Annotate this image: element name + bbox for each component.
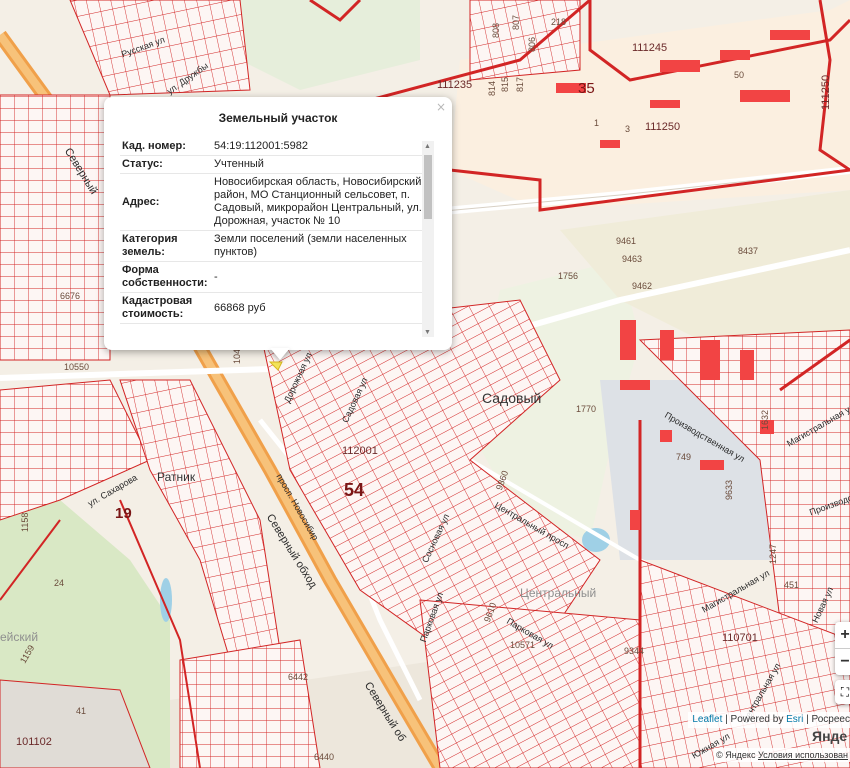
attribute-value: Учтенный: [214, 158, 264, 170]
scroll-up-icon[interactable]: ▲: [424, 143, 431, 150]
parcel-label: 111250: [820, 74, 832, 110]
district-label: Центральный: [520, 586, 597, 600]
scrollbar-thumb[interactable]: [424, 155, 432, 219]
attribution-rosreestr: | Росреес: [803, 714, 850, 725]
parcel-label: 815: [500, 76, 510, 92]
zoom-in-button[interactable]: +: [835, 622, 850, 648]
parcel-label: 10550: [64, 362, 90, 372]
parcel-label: 1770: [576, 404, 597, 414]
scroll-down-icon[interactable]: ▼: [424, 329, 431, 336]
zoom-control: + −: [835, 622, 850, 675]
settlement-label: Ратник: [157, 470, 196, 484]
parcel-label: 749: [676, 452, 692, 462]
parcel-label: 9633: [724, 479, 734, 500]
attribute-key: Кад. номер:: [122, 140, 186, 152]
attribute-row: Адрес: Новосибирская область, Новосибирс…: [120, 174, 426, 231]
parcel-label: 807: [511, 14, 521, 30]
parcel-label: 111250: [645, 121, 681, 133]
parcel-label: 10571: [510, 640, 536, 650]
attribute-value: -: [214, 270, 218, 283]
cadastral-district-label: 54: [344, 480, 365, 500]
leaflet-link[interactable]: Leaflet: [692, 714, 722, 725]
parcel-label: 1158: [20, 512, 30, 532]
attribute-key: Адрес:: [122, 195, 160, 208]
parcel-label: 35: [578, 80, 595, 97]
parcel-label: 1247: [768, 543, 778, 564]
parcel-label: 112001: [342, 445, 378, 457]
attribute-row: Категория земель: Земли поселений (земли…: [120, 231, 426, 262]
popup-tip: [270, 348, 290, 360]
parcel-label: 817: [515, 76, 525, 92]
esri-link[interactable]: Esri: [786, 714, 803, 725]
attribute-key: Статус:: [122, 158, 163, 170]
parcel-label: 9344: [624, 646, 645, 656]
parcel-label: 50: [734, 70, 745, 80]
parcel-label: 1: [594, 118, 600, 128]
yandex-logo: Янде: [812, 728, 848, 744]
yandex-attribution: © Яндекс Условия использован: [714, 748, 850, 762]
parcel-label: 9462: [632, 281, 653, 291]
parcel-label: 6676: [60, 291, 81, 301]
attribute-key: Кадастровая стоимость:: [122, 295, 193, 320]
attribute-row: Кадастровая стоимость: 66868 руб: [120, 293, 426, 324]
attribute-value: 66868 руб: [214, 301, 266, 314]
parcel-label: 808: [491, 22, 501, 38]
parcel-label: 110701: [722, 632, 758, 644]
yandex-terms-link[interactable]: Условия использован: [758, 750, 848, 760]
parcel-label: 3: [625, 124, 631, 134]
popup-scrollbar[interactable]: ▲ ▼: [422, 141, 434, 337]
parcel-label: 806: [527, 36, 537, 52]
attribute-row: Форма собственности: -: [120, 262, 426, 293]
parcel-label: 111245: [632, 42, 668, 54]
parcel-label: 41: [76, 706, 87, 716]
attribute-row: Статус: Учтенный: [120, 156, 426, 174]
parcel-info-popup: × Земельный участок Кад. номер: 54:19:11…: [104, 97, 452, 350]
parcel-label: 1632: [760, 409, 770, 430]
parcel-label: 8437: [738, 246, 759, 256]
map-attribution: Leaflet | Powered by Esri | Росреес: [688, 712, 850, 728]
parcel-label: 6442: [288, 672, 309, 682]
cadastral-district-label: 19: [115, 505, 132, 522]
parcel-label: 24: [54, 578, 65, 588]
settlement-label: Садовый: [482, 390, 542, 406]
parcel-label: 451: [784, 580, 800, 590]
yandex-copyright: © Яндекс: [716, 750, 756, 760]
zoom-out-button[interactable]: −: [835, 648, 850, 675]
parcel-label: 814: [487, 80, 497, 96]
parcel-label: 6440: [314, 752, 335, 762]
attribution-separator: | Powered by: [722, 714, 787, 725]
parcel-attributes-table[interactable]: Кад. номер: 54:19:112001:5982 Статус: Уч…: [120, 138, 426, 334]
parcel-label: 9463: [622, 254, 643, 264]
attribute-key: Форма собственности:: [122, 264, 208, 289]
attribute-row: Кад. номер: 54:19:112001:5982: [120, 138, 426, 156]
parcel-label: 101102: [16, 736, 52, 748]
parcel-label: 1756: [558, 271, 579, 281]
attribute-value: Земли поселений (земли населенных пункто…: [214, 233, 407, 258]
attribute-key: Категория земель:: [122, 233, 178, 258]
popup-title: Земельный участок: [218, 111, 338, 125]
district-label: ейский: [0, 630, 39, 644]
attribute-value: 54:19:112001:5982: [214, 140, 308, 152]
parcel-label: 9461: [616, 236, 637, 246]
fullscreen-icon[interactable]: ⛶: [835, 680, 850, 704]
parcel-label: 111235: [437, 79, 473, 91]
parcel-label: 218: [551, 17, 567, 27]
attribute-value: Новосибирская область, Новосибирский рай…: [214, 176, 422, 227]
